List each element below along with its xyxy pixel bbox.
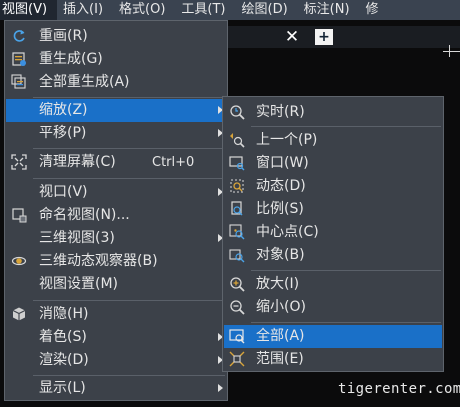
- menu-item-label: 放大(I): [256, 276, 300, 292]
- menu-item-redraw[interactable]: 重画(R): [6, 25, 226, 48]
- zoom-item-realtime[interactable]: 实时(R): [224, 101, 442, 124]
- menu-item-label: 缩放(Z): [39, 102, 88, 118]
- regen-icon: [11, 51, 27, 67]
- zoom-scale-icon: [229, 201, 245, 217]
- zoom-item-all[interactable]: 全部(A): [224, 325, 442, 348]
- zoom-all-icon: [229, 328, 245, 344]
- menu-item-label: 重生成(G): [39, 51, 103, 67]
- menu-tools[interactable]: 工具(T): [175, 0, 235, 20]
- menu-item-regen[interactable]: 重生成(G): [6, 48, 226, 71]
- menu-item-named-views[interactable]: 命名视图(N)...: [6, 204, 226, 227]
- new-tab-button[interactable]: +: [315, 29, 333, 45]
- menu-item-label: 消隐(H): [39, 306, 89, 322]
- redraw-icon: [11, 28, 27, 44]
- cursor-crosshair-vertical: [449, 45, 450, 57]
- menu-separator: [33, 178, 225, 179]
- menu-insert[interactable]: 插入(I): [57, 0, 113, 20]
- zoom-window-icon: [229, 155, 245, 171]
- menu-item-3d-orbit[interactable]: 三维动态观察器(B): [6, 250, 226, 273]
- menu-bar: 视图(V) 插入(I) 格式(O) 工具(T) 绘图(D) 标注(N) 修: [0, 0, 460, 20]
- menu-item-label: 视口(V): [39, 184, 88, 200]
- 3d-orbit-icon: [11, 253, 27, 269]
- named-view-icon: [11, 207, 27, 223]
- watermark-text: tigerenter.com: [338, 381, 460, 397]
- menu-separator: [33, 148, 225, 149]
- zoom-submenu: 实时(R) 上一个(P) 窗口(W) 动态(D) 比例(S) 中心点(C) 对象…: [222, 96, 444, 372]
- menu-item-view-settings[interactable]: 视图设置(M): [6, 273, 226, 296]
- zoom-in-icon: [229, 276, 245, 292]
- menu-item-label: 比例(S): [256, 201, 304, 217]
- zoom-item-in[interactable]: 放大(I): [224, 273, 442, 296]
- menu-item-label: 全部(A): [256, 328, 305, 344]
- menu-item-shortcut: Ctrl+0: [152, 155, 195, 170]
- menu-item-label: 重画(R): [39, 28, 88, 44]
- zoom-item-window[interactable]: 窗口(W): [224, 152, 442, 175]
- menu-modify[interactable]: 修: [360, 0, 389, 20]
- zoom-item-center[interactable]: 中心点(C): [224, 221, 442, 244]
- view-menu: 重画(R) 重生成(G) 全部重生成(A) 缩放(Z) 平移(P) 清理屏幕(C…: [4, 20, 228, 401]
- menu-item-label: 清理屏幕(C): [39, 154, 116, 170]
- menu-item-regen-all[interactable]: 全部重生成(A): [6, 71, 226, 94]
- menu-item-viewports[interactable]: 视口(V): [6, 181, 226, 204]
- drawing-tab-strip: [228, 26, 460, 48]
- menu-item-label: 动态(D): [256, 178, 306, 194]
- zoom-item-object[interactable]: 对象(B): [224, 244, 442, 267]
- regen-all-icon: [11, 74, 27, 90]
- menu-dimension[interactable]: 标注(N): [298, 0, 360, 20]
- zoom-item-scale[interactable]: 比例(S): [224, 198, 442, 221]
- menu-item-label: 三维视图(3): [39, 230, 115, 246]
- zoom-dynamic-icon: [229, 178, 245, 194]
- zoom-center-icon: [229, 224, 245, 240]
- menu-item-label: 中心点(C): [256, 224, 319, 240]
- tab-close-button[interactable]: ✕: [283, 26, 301, 48]
- menu-separator: [251, 126, 441, 127]
- menu-format[interactable]: 格式(O): [113, 0, 175, 20]
- menu-item-label: 上一个(P): [256, 132, 318, 148]
- menu-separator: [251, 270, 441, 271]
- menu-item-label: 三维动态观察器(B): [39, 253, 158, 269]
- zoom-item-out[interactable]: 缩小(O): [224, 296, 442, 319]
- menu-separator: [33, 375, 225, 376]
- menu-item-zoom[interactable]: 缩放(Z): [6, 99, 226, 122]
- menu-item-label: 渲染(D): [39, 352, 89, 368]
- menu-separator: [251, 322, 441, 323]
- hide-icon: [11, 306, 27, 322]
- menu-item-label: 范围(E): [256, 351, 304, 367]
- menu-item-3d-views[interactable]: 三维视图(3): [6, 227, 226, 250]
- zoom-previous-icon: [229, 132, 245, 148]
- menu-item-hide[interactable]: 消隐(H): [6, 303, 226, 326]
- menu-item-label: 缩小(O): [256, 299, 306, 315]
- menu-separator: [33, 97, 225, 98]
- zoom-out-icon: [229, 299, 245, 315]
- menu-item-pan[interactable]: 平移(P): [6, 122, 226, 145]
- submenu-arrow-icon: [218, 384, 223, 392]
- menu-item-shade[interactable]: 着色(S): [6, 326, 226, 349]
- zoom-item-dynamic[interactable]: 动态(D): [224, 175, 442, 198]
- zoom-item-previous[interactable]: 上一个(P): [224, 129, 442, 152]
- menu-item-render[interactable]: 渲染(D): [6, 349, 226, 372]
- menu-item-label: 平移(P): [39, 125, 87, 141]
- menu-view[interactable]: 视图(V): [0, 0, 58, 20]
- menu-item-label: 对象(B): [256, 247, 305, 263]
- menu-item-label: 命名视图(N)...: [39, 207, 130, 223]
- menu-draw[interactable]: 绘图(D): [236, 0, 298, 20]
- menu-item-label: 窗口(W): [256, 155, 309, 171]
- menu-item-label: 显示(L): [39, 380, 86, 396]
- zoom-extents-icon: [229, 351, 245, 367]
- menu-item-label: 视图设置(M): [39, 276, 119, 292]
- zoom-item-extents[interactable]: 范围(E): [224, 348, 442, 371]
- cursor-crosshair-horizontal: [443, 51, 460, 52]
- menu-separator: [33, 300, 225, 301]
- clean-screen-icon: [11, 154, 27, 170]
- zoom-object-icon: [229, 247, 245, 263]
- menu-item-label: 全部重生成(A): [39, 74, 130, 90]
- menu-item-label: 着色(S): [39, 329, 87, 345]
- menu-item-clean-screen[interactable]: 清理屏幕(C) Ctrl+0: [6, 151, 226, 174]
- menu-item-label: 实时(R): [256, 104, 305, 120]
- zoom-realtime-icon: [229, 104, 245, 120]
- menu-item-display[interactable]: 显示(L): [6, 377, 226, 400]
